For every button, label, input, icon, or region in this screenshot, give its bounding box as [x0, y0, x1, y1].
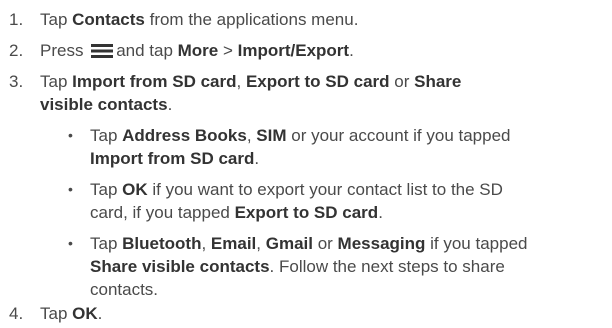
bold-term: More [177, 41, 219, 60]
step-number: 4. [9, 304, 24, 323]
bullet-mark: • [68, 127, 73, 143]
step-3-continued: visible contacts. [40, 93, 172, 116]
text-fragment: , [246, 126, 257, 145]
text-fragment: , [201, 234, 211, 253]
bullet-text: card, if you tapped Export to SD card. [90, 201, 383, 224]
bold-term: Share visible contacts [90, 257, 270, 276]
text-fragment: from the applications menu. [144, 10, 359, 29]
text-fragment: and tap [116, 41, 178, 60]
step-text: Tap OK. [40, 302, 102, 325]
text-fragment: Tap [90, 126, 123, 145]
text-fragment: > [218, 41, 238, 60]
bold-term: Address Books [122, 126, 247, 145]
text-fragment: . [254, 149, 260, 168]
text-fragment: . [349, 41, 354, 60]
text-fragment: Tap [40, 304, 73, 323]
text-fragment: . Follow the next steps to share [269, 257, 505, 276]
bold-term: OK [72, 304, 98, 323]
bold-term: Bluetooth [122, 234, 202, 253]
step-number: 1. [9, 10, 24, 29]
text-fragment: . [378, 203, 383, 222]
bold-term: Contacts [72, 10, 145, 29]
text-fragment: if you want to export your contact list … [147, 180, 503, 199]
step-text: Press and tap More > Import/Export. [40, 39, 354, 62]
text-fragment: card, if you tapped [90, 203, 235, 222]
text-fragment: , [236, 72, 246, 91]
bold-term: Export to SD card [234, 203, 379, 222]
bullet-text: Tap OK if you want to export your contac… [90, 178, 503, 201]
text-fragment: Tap [40, 10, 73, 29]
bold-term: Share [414, 72, 462, 91]
bold-term: Messaging [337, 234, 426, 253]
text-fragment: Tap [40, 72, 73, 91]
text-fragment: Press [40, 41, 89, 60]
bold-term: Gmail [265, 234, 313, 253]
menu-icon [91, 43, 114, 58]
step-number: 2. [9, 41, 24, 60]
bold-term: Import from SD card [72, 72, 237, 91]
bullet-mark: • [68, 181, 73, 197]
bold-term: SIM [256, 126, 287, 145]
text-fragment: or [389, 72, 415, 91]
bold-term: Export to SD card [245, 72, 390, 91]
step-text: Tap Import from SD card, Export to SD ca… [40, 70, 461, 93]
bold-term: Import from SD card [90, 149, 255, 168]
bold-term: OK [122, 180, 148, 199]
bullet-text: Import from SD card. [90, 147, 259, 170]
bullet-text: contacts. [90, 280, 159, 299]
text-fragment: , [256, 234, 266, 253]
text-fragment: Tap [90, 180, 123, 199]
instruction-list: 1. Tap Contacts from the applications me… [0, 0, 612, 328]
text-fragment: or your account if you tapped [286, 126, 511, 145]
bold-term: Import/Export [237, 41, 350, 60]
bullet-text: Tap Bluetooth, Email, Gmail or Messaging… [90, 232, 527, 255]
bold-term: visible contacts [40, 95, 168, 114]
bullet-text: Tap Address Books, SIM or your account i… [90, 124, 511, 147]
text-fragment: . [97, 304, 103, 323]
bold-term: Email [210, 234, 257, 253]
text-fragment: . [167, 95, 173, 114]
text-fragment: or [312, 234, 338, 253]
bullet-text: Share visible contacts. Follow the next … [90, 255, 505, 278]
step-number: 3. [9, 72, 24, 91]
bullet-mark: • [68, 235, 73, 251]
step-text: Tap Contacts from the applications menu. [40, 8, 358, 31]
text-fragment: if you tapped [425, 234, 528, 253]
text-fragment: Tap [90, 234, 123, 253]
